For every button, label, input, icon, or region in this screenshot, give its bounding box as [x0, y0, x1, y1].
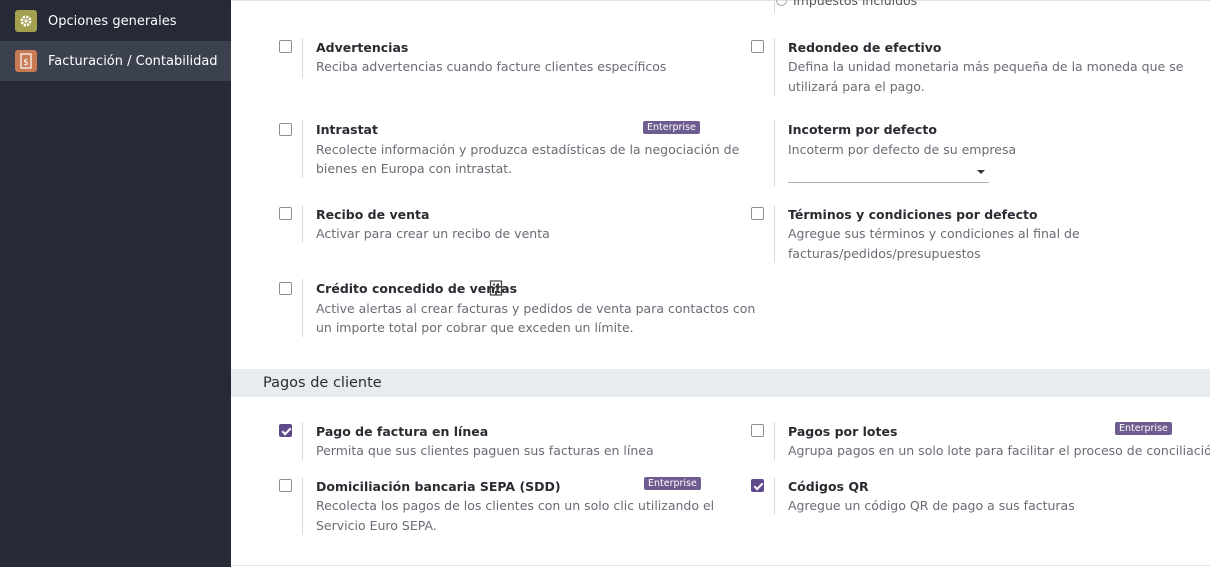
gear-icon	[15, 10, 37, 32]
lotes-checkbox[interactable]	[751, 424, 764, 437]
sidebar-item-label: Opciones generales	[48, 13, 177, 29]
setting-title: Domiciliación bancaria SEPA (SDD)	[316, 479, 561, 494]
divider	[302, 38, 303, 78]
setting-title: Crédito concedido de ventas	[316, 281, 518, 296]
tax-included-option[interactable]: Impuestos incluidos	[776, 0, 917, 8]
enterprise-badge: Enterprise	[1115, 422, 1172, 435]
divider	[774, 422, 775, 460]
pago-linea-checkbox[interactable]	[279, 424, 292, 437]
building-icon	[489, 280, 503, 300]
setting-description: Defina la unidad monetaria más pequeña d…	[788, 59, 1184, 74]
setting-title: Intrastat	[316, 122, 378, 137]
qr-checkbox[interactable]	[751, 479, 764, 492]
setting-title: Incoterm por defecto	[788, 122, 937, 137]
sepa-checkbox[interactable]	[279, 479, 292, 492]
setting-description: utilizará para el pago.	[788, 79, 925, 94]
divider	[302, 279, 303, 337]
advertencias-checkbox[interactable]	[279, 40, 292, 53]
enterprise-badge: Enterprise	[643, 121, 700, 134]
setting-description: Recolecte información y produzca estadís…	[316, 142, 740, 157]
setting-title: Advertencias	[316, 40, 409, 55]
setting-description: Active alertas al crear facturas y pedid…	[316, 301, 756, 316]
setting-description: bienes en Europa con intrastat.	[316, 161, 513, 176]
setting-description: Agrupa pagos en un solo lote para facili…	[788, 443, 1210, 458]
terminos-checkbox[interactable]	[751, 207, 764, 220]
enterprise-badge: Enterprise	[644, 477, 701, 490]
divider	[302, 477, 303, 535]
divider	[774, 1, 775, 13]
credito-checkbox[interactable]	[279, 282, 292, 295]
setting-title: Códigos QR	[788, 479, 869, 494]
setting-title: Pago de factura en línea	[316, 424, 489, 439]
section-title: Pagos de cliente	[263, 375, 382, 391]
settings-sidebar: Opciones generales $ Facturación / Conta…	[0, 0, 231, 567]
invoice-icon: $	[15, 50, 37, 72]
setting-description: Permita que sus clientes paguen sus fact…	[316, 443, 654, 458]
setting-description: Agregue un código QR de pago a sus factu…	[788, 498, 1075, 513]
setting-description: Recolecta los pagos de los clientes con …	[316, 498, 715, 513]
section-header: Pagos de cliente	[231, 369, 1210, 397]
chevron-down-icon	[977, 170, 985, 174]
intrastat-checkbox[interactable]	[279, 123, 292, 136]
setting-description: Servicio Euro SEPA.	[316, 518, 437, 533]
setting-title: Pagos por lotes	[788, 424, 898, 439]
sidebar-item-label: Facturación / Contabilidad	[48, 53, 218, 69]
setting-description: Reciba advertencias cuando facture clien…	[316, 59, 667, 74]
divider	[774, 120, 775, 187]
setting-title: Recibo de venta	[316, 207, 430, 222]
setting-description: Activar para crear un recibo de venta	[316, 226, 550, 241]
setting-description: Agregue sus términos y condiciones al fi…	[788, 226, 1080, 241]
divider	[302, 205, 303, 243]
svg-text:$: $	[23, 58, 29, 68]
recibo-checkbox[interactable]	[279, 207, 292, 220]
divider	[774, 205, 775, 263]
incoterm-select[interactable]	[788, 162, 989, 183]
radio-icon[interactable]	[776, 0, 787, 6]
settings-main: Impuestos incluidos Advertencias Reciba …	[231, 0, 1210, 567]
redondeo-checkbox[interactable]	[751, 40, 764, 53]
divider	[774, 38, 775, 96]
setting-title: Términos y condiciones por defecto	[788, 207, 1038, 222]
option-label: Impuestos incluidos	[793, 0, 918, 8]
divider	[302, 120, 303, 178]
setting-description: Incoterm por defecto de su empresa	[788, 142, 1017, 157]
sidebar-item-general-settings[interactable]: Opciones generales	[0, 1, 231, 41]
setting-description: un importe total por cobrar que exceden …	[316, 320, 634, 335]
setting-description: facturas/pedidos/presupuestos	[788, 246, 981, 261]
setting-title: Redondeo de efectivo	[788, 40, 942, 55]
sidebar-item-invoicing[interactable]: $ Facturación / Contabilidad	[0, 41, 231, 81]
divider	[231, 565, 1210, 566]
divider	[302, 422, 303, 460]
divider	[774, 477, 775, 515]
